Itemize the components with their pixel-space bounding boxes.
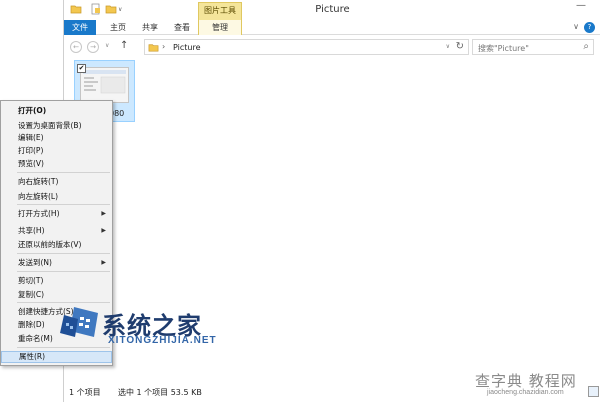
context-menu-item-label: 删除(D) — [18, 320, 45, 329]
navigation-bar: ← → ∨ ↑ › Picture ∨ ↻ 搜索"Picture" ⌕ — [64, 36, 600, 58]
context-menu-item[interactable]: 打印(P) — [1, 145, 112, 157]
tab-share[interactable]: 共享 — [136, 20, 164, 35]
menu-separator — [17, 253, 110, 254]
watermark-logo — [60, 307, 98, 337]
search-icon[interactable]: ⌕ — [583, 41, 589, 52]
watermark-corner: 查字典 教程网 — [475, 372, 577, 390]
context-menu-item-label: 发送到(N) — [18, 258, 52, 267]
context-menu-item[interactable]: 复制(C) — [1, 289, 112, 301]
image-thumbnail — [80, 67, 129, 103]
context-menu-item[interactable]: 设置为桌面背景(B) — [1, 120, 112, 132]
context-menu-item-label: 设置为桌面背景(B) — [18, 121, 82, 130]
menu-separator — [17, 271, 110, 272]
address-dropdown-icon[interactable]: ∨ — [446, 43, 450, 50]
context-menu-item[interactable]: 向左旋转(L) — [1, 191, 112, 203]
context-menu-item-label: 预览(V) — [18, 159, 44, 168]
tab-home[interactable]: 主页 — [104, 20, 132, 35]
tab-view[interactable]: 查看 — [168, 20, 196, 35]
context-menu-item[interactable]: 共享(H) ▶ — [1, 225, 112, 237]
up-button[interactable]: ↑ — [120, 40, 128, 51]
context-menu-item-label: 共享(H) — [18, 226, 45, 235]
title-bar: ∨ 图片工具 Picture — — [64, 0, 600, 20]
forward-button[interactable]: → — [87, 41, 99, 53]
menu-separator — [17, 347, 110, 348]
folder-icon — [148, 42, 159, 55]
menu-separator — [17, 204, 110, 205]
submenu-arrow-icon: ▶ — [101, 227, 106, 234]
search-input[interactable]: 搜索"Picture" ⌕ — [472, 39, 594, 55]
submenu-arrow-icon: ▶ — [101, 259, 106, 266]
context-menu-item-label: 向右旋转(T) — [18, 177, 59, 186]
help-icon[interactable]: ? — [584, 22, 595, 33]
context-menu-item[interactable]: 打开方式(H) ▶ — [1, 208, 112, 220]
context-menu-item-label: 属性(R) — [19, 352, 46, 361]
submenu-arrow-icon: ▶ — [101, 210, 106, 217]
context-menu-item-label: 复制(C) — [18, 290, 45, 299]
context-menu-item[interactable]: 向右旋转(T) — [1, 176, 112, 188]
context-menu-item-label: 还原以前的版本(V) — [18, 240, 82, 249]
context-menu-item[interactable]: 打开(O) — [1, 105, 112, 117]
refresh-icon[interactable]: ↻ — [456, 41, 464, 52]
context-menu-item-label: 剪切(T) — [18, 276, 44, 285]
search-placeholder: 搜索"Picture" — [478, 44, 529, 53]
context-menu-item[interactable]: 剪切(T) — [1, 275, 112, 287]
minimize-button[interactable]: — — [576, 0, 586, 11]
address-text: Picture — [173, 43, 201, 52]
item-count: 1 个项目 — [69, 388, 101, 397]
context-menu-item[interactable]: 属性(R) — [1, 351, 112, 363]
watermark-site-url: XITONGZHIJIA.NET — [108, 335, 217, 346]
context-menu-item-label: 打开(O) — [18, 106, 47, 115]
selection-checkbox[interactable]: ✔ — [77, 64, 86, 73]
context-menu-item-label: 打开方式(H) — [18, 209, 60, 218]
selection-info: 选中 1 个项目 53.5 KB — [118, 388, 202, 397]
context-menu-item-label: 重命名(M) — [18, 334, 53, 343]
context-menu-item[interactable]: 编辑(E) — [1, 132, 112, 144]
window-title: Picture — [315, 4, 350, 15]
menu-separator — [17, 172, 110, 173]
recent-locations-icon[interactable]: ∨ — [105, 42, 109, 49]
address-bar[interactable]: › Picture ∨ ↻ — [144, 39, 469, 55]
context-menu-item-label: 向左旋转(L) — [18, 192, 59, 201]
tab-file[interactable]: 文件 — [64, 20, 96, 35]
context-menu-item[interactable]: 还原以前的版本(V) — [1, 239, 112, 251]
back-button[interactable]: ← — [70, 41, 82, 53]
ribbon-expand-icon[interactable]: ∨ — [573, 22, 579, 31]
context-menu-item[interactable]: 预览(V) — [1, 158, 112, 170]
context-menu-item[interactable]: 发送到(N) ▶ — [1, 257, 112, 269]
tab-manage[interactable]: 管理 — [198, 20, 242, 35]
ribbon-tabs: 文件 主页 共享 查看 管理 ∨ ? — [64, 20, 600, 35]
context-menu-item-label: 打印(P) — [18, 146, 44, 155]
context-menu-item-label: 编辑(E) — [18, 133, 44, 142]
watermark-corner-url: jiaocheng.chazidian.com — [487, 389, 564, 396]
large-icons-view-icon[interactable] — [588, 386, 599, 397]
breadcrumb-separator-icon[interactable]: › — [162, 42, 165, 51]
